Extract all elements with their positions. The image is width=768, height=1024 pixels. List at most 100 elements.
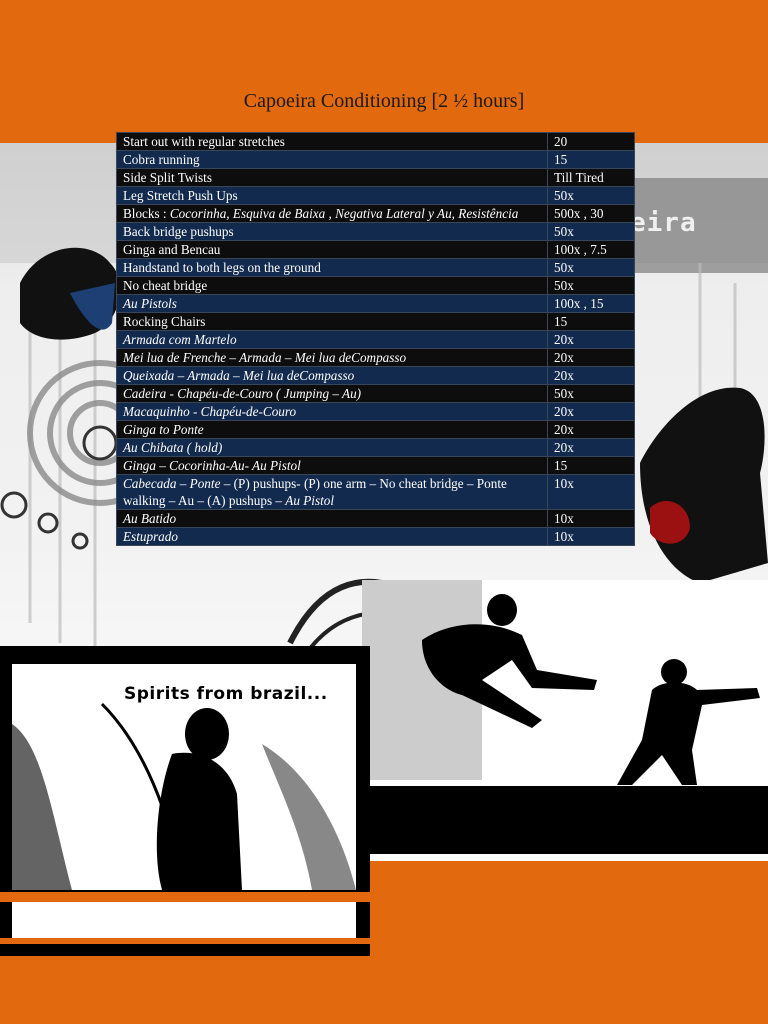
table-row: Cabecada – Ponte – (P) pushups- (P) one … [116,474,635,510]
exercise-text: Au Batido [123,511,177,526]
exercise-text: Cobra running [123,152,200,167]
brand-fragment: eira [630,208,697,238]
reps-cell: 20x [547,420,635,439]
exercise-text: Start out with regular stretches [123,134,285,149]
exercise-cell: Rocking Chairs [116,312,548,331]
reps-cell: 100x , 7.5 [547,240,635,259]
exercise-text: Au Chibata ( hold) [123,440,223,455]
page: eira Capoeira Conditioning [2 ½ hours] S… [0,0,768,1024]
reps-cell: 50x [547,222,635,241]
exercise-cell: Blocks : Cocorinha, Esquiva de Baixa , N… [116,204,548,223]
conditioning-table: Start out with regular stretches 20 Cobra … [116,132,635,546]
poster-orange-strip-bottom [0,938,370,944]
exercise-text: Blocks : [123,206,170,221]
table-row: Au Pistols 100x , 15 [116,294,635,313]
reps-cell: 10x [547,509,635,528]
exercise-cell: Cobra running [116,150,548,169]
table-row: Cadeira - Chapéu-de-Couro ( Jumping – Au… [116,384,635,403]
reps-cell: 500x , 30 [547,204,635,223]
reps-cell: 15 [547,456,635,475]
reps-cell: 50x [547,258,635,277]
reps-cell: 20x [547,330,635,349]
exercise-text: No cheat bridge [123,278,208,293]
exercise-cell: Estuprado [116,527,548,546]
exercise-text: Estuprado [123,529,178,544]
exercise-cell: Start out with regular stretches [116,132,548,151]
exercise-text: Ginga – Cocorinha-Au- Au Pistol [123,458,301,473]
exercise-cell: Au Chibata ( hold) [116,438,548,457]
table-row: Start out with regular stretches 20 [116,132,635,151]
table-row: Leg Stretch Push Ups 50x [116,186,635,205]
poster-orange-strip [0,892,370,902]
reps-cell: Till Tired [547,168,635,187]
exercise-text: Cabecada – Ponte [123,476,221,491]
reps-cell: 50x [547,186,635,205]
exercise-text: Back bridge pushups [123,224,234,239]
exercise-cell: Queixada – Armada – Mei lua deCompasso [116,366,548,385]
exercise-text: Side Split Twists [123,170,212,185]
poster-lower-panel [12,902,356,938]
reps-cell: 10x [547,527,635,546]
exercise-cell: Side Split Twists [116,168,548,187]
exercise-cell: Au Pistols [116,294,548,313]
table-row: No cheat bridge 50x [116,276,635,295]
reps-cell: 20x [547,348,635,367]
exercise-text: Leg Stretch Push Ups [123,188,238,203]
exercise-cell: Handstand to both legs on the ground [116,258,548,277]
exercise-text: Queixada – Armada – Mei lua deCompasso [123,368,355,383]
table-row: Side Split Twists Till Tired [116,168,635,187]
reps-cell: 10x [547,474,635,510]
exercise-cell: Armada com Martelo [116,330,548,349]
exercise-cell: Macaquinho - Chapéu-de-Couro [116,402,548,421]
table-row: Rocking Chairs 15 [116,312,635,331]
left-poster-image: Spirits from brazil... [0,646,370,956]
exercise-text: Rocking Chairs [123,314,206,329]
table-row: Au Batido 10x [116,509,635,528]
table-row: Ginga to Ponte 20x [116,420,635,439]
reps-cell: 20x [547,438,635,457]
exercise-cell: No cheat bridge [116,276,548,295]
reps-cell: 100x , 15 [547,294,635,313]
exercise-text: Cadeira - Chapéu-de-Couro ( Jumping – Au… [123,386,362,401]
poster-artwork: Spirits from brazil... [12,664,356,890]
exercise-text: Ginga to Ponte [123,422,204,437]
table-row: Estuprado 10x [116,527,635,546]
table-row: Queixada – Armada – Mei lua deCompasso 20… [116,366,635,385]
table-row: Mei lua de Frenche – Armada – Mei lua de… [116,348,635,367]
table-row: Ginga – Cocorinha-Au- Au Pistol 15 [116,456,635,475]
exercise-text: Ginga and Bencau [123,242,221,257]
exercise-text: Mei lua de Frenche – Armada – Mei lua de… [123,350,407,365]
exercise-text: Handstand to both legs on the ground [123,260,321,275]
reps-cell: 15 [547,312,635,331]
right-poster-image [362,580,768,854]
exercise-cell: Ginga to Ponte [116,420,548,439]
exercise-cell: Cabecada – Ponte – (P) pushups- (P) one … [116,474,548,510]
reps-cell: 20x [547,402,635,421]
table-row: Au Chibata ( hold) 20x [116,438,635,457]
reps-cell: 50x [547,276,635,295]
capoeira-duo-illustration [362,580,768,854]
table-body: Start out with regular stretches 20 Cobra … [116,132,635,546]
poster-caption: Spirits from brazil... [124,684,328,704]
table-row: Macaquinho - Chapéu-de-Couro 20x [116,402,635,421]
reps-cell: 50x [547,384,635,403]
exercise-cell: Ginga – Cocorinha-Au- Au Pistol [116,456,548,475]
table-row: Armada com Martelo 20x [116,330,635,349]
reps-cell: 20x [547,366,635,385]
exercise-text: Au Pistol [285,493,335,508]
table-row: Blocks : Cocorinha, Esquiva de Baixa , N… [116,204,635,223]
exercise-cell: Leg Stretch Push Ups [116,186,548,205]
table-row: Back bridge pushups 50x [116,222,635,241]
table-row: Cobra running 15 [116,150,635,169]
table-row: Handstand to both legs on the ground 50x [116,258,635,277]
reps-cell: 15 [547,150,635,169]
exercise-text: Macaquinho - Chapéu-de-Couro [123,404,297,419]
exercise-cell: Back bridge pushups [116,222,548,241]
exercise-cell: Ginga and Bencau [116,240,548,259]
exercise-text: Cocorinha, Esquiva de Baixa , Negativa L… [169,206,519,221]
exercise-text: Armada com Martelo [123,332,237,347]
page-title: Capoeira Conditioning [2 ½ hours] [243,90,525,112]
exercise-cell: Mei lua de Frenche – Armada – Mei lua de… [116,348,548,367]
exercise-text: Au Pistols [123,296,177,311]
reps-cell: 20 [547,132,635,151]
